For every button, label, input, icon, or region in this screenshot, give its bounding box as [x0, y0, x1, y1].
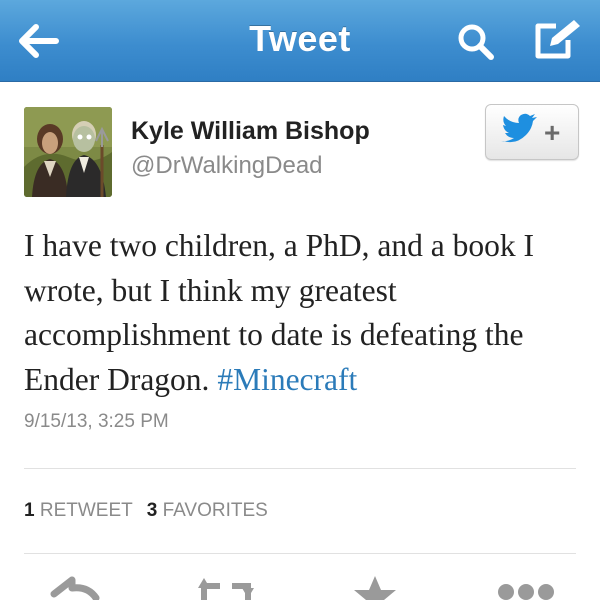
more-icon[interactable] [496, 572, 556, 600]
search-icon[interactable] [456, 22, 496, 62]
favorite-count[interactable]: 3 [147, 500, 158, 521]
favorite-star-icon[interactable] [352, 572, 398, 600]
nav-bar: Tweet [0, 0, 600, 82]
twitter-bird-plus-icon: + [501, 113, 560, 148]
author-name[interactable]: Kyle William Bishop [131, 117, 370, 146]
tweet-timestamp: 9/15/13, 3:25 PM [24, 411, 169, 432]
page-title: Tweet [249, 18, 351, 59]
retweet-count[interactable]: 1 [24, 500, 35, 521]
follow-plus: + [544, 117, 560, 148]
tweet-text: I have two children, a PhD, and a book I… [24, 224, 584, 402]
divider [24, 553, 576, 554]
author-handle[interactable]: @DrWalkingDead [131, 152, 323, 180]
follow-button[interactable]: + [485, 104, 579, 160]
retweet-icon[interactable] [196, 572, 256, 600]
favorite-label[interactable]: FAVORITES [163, 500, 268, 521]
tweet-stats: 1 RETWEET 3 FAVORITES [24, 500, 268, 522]
divider [24, 468, 576, 469]
retweet-label[interactable]: RETWEET [40, 500, 133, 521]
reply-icon[interactable] [50, 572, 100, 600]
compose-icon[interactable] [530, 18, 582, 62]
hashtag-link[interactable]: #Minecraft [217, 362, 357, 397]
avatar[interactable] [24, 107, 112, 197]
